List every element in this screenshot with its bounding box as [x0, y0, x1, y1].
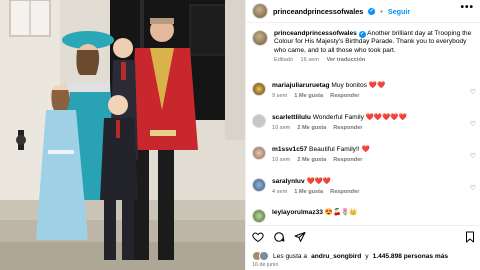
reply-button[interactable]: Responder [333, 125, 362, 131]
caption-username[interactable]: princeandprincessofwales [274, 30, 357, 37]
comment-likes[interactable]: 1 Me gusta [294, 189, 323, 195]
see-translation-link[interactable]: Ver traducción [326, 57, 365, 63]
share-icon[interactable] [294, 231, 306, 243]
reply-button[interactable]: Responder [330, 93, 359, 99]
comment-like-heart-icon[interactable]: ♡ [470, 152, 476, 160]
comment-emoji: ❤️❤️❤️ [306, 178, 332, 185]
comment-item: m1ssv1c57 Beautiful Family!! ❤️ 10 sem 2 … [252, 146, 478, 164]
comment-username[interactable]: scarlettlilulu [272, 114, 311, 121]
caption-time: 16 sem [300, 57, 319, 64]
likes-prefix: Les gusta a [273, 252, 308, 260]
comment-emoji: 😍🍒🌷👑 [324, 209, 358, 216]
comment-icon[interactable] [273, 231, 285, 243]
comment-like-heart-icon[interactable]: ♡ [470, 184, 476, 192]
comment-item: saralynluv ❤️❤️❤️ 4 sem 1 Me gusta Respond… [252, 178, 478, 196]
likes-summary: Les gusta a andru_songbird y 1.445.898 p… [252, 251, 478, 261]
likes-count[interactable]: 1.445.898 personas más [373, 253, 449, 260]
follow-button[interactable]: Seguir [388, 7, 410, 16]
comment-emoji: ❤️❤️❤️❤️❤️ [365, 114, 407, 121]
more-options-icon[interactable]: ••• [460, 2, 474, 13]
comment-username[interactable]: leylayorulmaz33 [272, 209, 323, 216]
comment-username[interactable]: saralynluv [272, 178, 305, 185]
reply-button[interactable]: Responder [330, 189, 359, 195]
post-header: princeandprincessofwales ✓ • Seguir ••• [252, 2, 478, 20]
reply-button[interactable]: Responder [333, 157, 362, 163]
edited-label: Editado [274, 57, 293, 64]
comment-username[interactable]: mariajuliaruruetag [272, 82, 330, 89]
post-actions [252, 229, 478, 245]
post-date[interactable]: 16 de junio [252, 262, 278, 268]
caption-avatar[interactable] [252, 30, 268, 46]
comment-emoji: ❤️❤️ [368, 82, 386, 89]
bookmark-icon[interactable] [464, 231, 476, 243]
comment-likes[interactable]: 2 Me gusta [297, 125, 326, 131]
likers-avatars[interactable] [252, 251, 269, 261]
author-username[interactable]: princeandprincessofwales [273, 7, 363, 16]
family-photo-illustration [0, 0, 245, 270]
comment-time: 4 sem [272, 189, 288, 195]
commenter-avatar[interactable] [252, 146, 266, 160]
liker-username[interactable]: andru_songbird [311, 253, 361, 260]
commenter-avatar[interactable] [252, 209, 266, 223]
comment-like-heart-icon[interactable]: ♡ [470, 120, 476, 128]
comment-time: 9 sem [272, 93, 288, 99]
comment-item: mariajuliaruruetag Muy bonitos ❤️❤️ 9 se… [252, 82, 478, 100]
comment-text: Beautiful Family!! [309, 146, 360, 153]
comment-username[interactable]: m1ssv1c57 [272, 146, 307, 153]
commenter-avatar[interactable] [252, 82, 266, 96]
post-caption: princeandprincessofwales ✓ Another brill… [252, 30, 476, 63]
commenter-avatar[interactable] [252, 114, 266, 128]
verified-badge-icon: ✓ [368, 7, 376, 15]
comment-likes[interactable]: 1 Me gusta [294, 93, 323, 99]
comment-text: Wonderful Family [312, 114, 364, 121]
header-divider [246, 22, 480, 23]
heart-icon[interactable] [252, 231, 264, 243]
commenter-avatar[interactable] [252, 178, 266, 192]
author-avatar[interactable] [252, 3, 268, 19]
comment-item: scarlettlilulu Wonderful Family ❤️❤️❤️❤️… [252, 114, 478, 132]
comment-item: leylayorulmaz33 😍🍒🌷👑 [252, 209, 478, 223]
comment-text: Muy bonitos [331, 82, 367, 89]
verified-badge-icon: ✓ [358, 31, 366, 38]
comment-likes[interactable]: 2 Me gusta [297, 157, 326, 163]
likes-middle: y [365, 252, 369, 260]
comment-like-heart-icon[interactable]: ♡ [470, 88, 476, 96]
comment-emoji: ❤️ [361, 146, 370, 153]
comment-time: 10 sem [272, 157, 291, 163]
comment-time: 10 sem [272, 125, 291, 131]
instagram-post: princeandprincessofwales ✓ • Seguir ••• … [0, 0, 480, 270]
header-separator: • [380, 6, 383, 16]
post-photo[interactable] [0, 0, 245, 270]
post-side-panel: princeandprincessofwales ✓ • Seguir ••• … [245, 0, 480, 270]
actions-divider [246, 225, 480, 226]
